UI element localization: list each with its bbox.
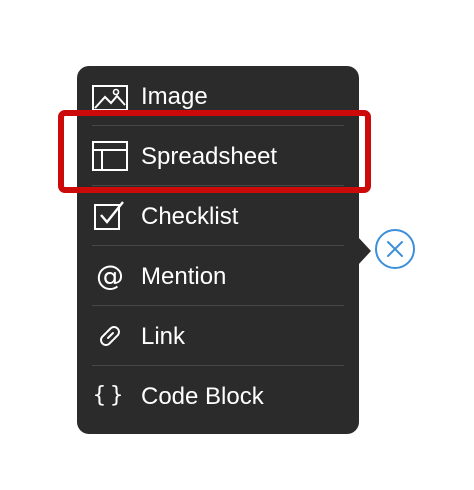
menu-item-label: Code Block (141, 383, 264, 410)
menu-item-image[interactable]: Image (77, 66, 359, 126)
insert-menu-popover: Image Spreadsheet Checklist @ Mention Li… (77, 66, 359, 434)
menu-item-label: Image (141, 83, 208, 110)
close-icon (387, 241, 403, 257)
popover-arrow (358, 237, 371, 265)
menu-item-label: Spreadsheet (141, 143, 278, 170)
menu-item-checklist[interactable]: Checklist (77, 186, 359, 246)
menu-item-link[interactable]: Link (77, 306, 359, 366)
image-icon (92, 80, 128, 112)
link-icon (92, 320, 128, 352)
checklist-icon (92, 200, 128, 232)
menu-item-mention[interactable]: @ Mention (77, 246, 359, 306)
menu-item-spreadsheet[interactable]: Spreadsheet (77, 126, 359, 186)
menu-item-label: Link (141, 323, 186, 350)
spreadsheet-icon (92, 140, 128, 172)
menu-item-code-block[interactable]: {} Code Block (77, 366, 359, 426)
at-sign-glyph: @ (96, 259, 124, 292)
close-button[interactable] (375, 229, 415, 269)
menu-item-label: Checklist (141, 203, 239, 230)
at-sign-icon: @ (92, 260, 128, 292)
braces-icon: {} (92, 380, 128, 412)
insert-menu-stage: Image Spreadsheet Checklist @ Mention Li… (0, 0, 474, 490)
menu-item-label: Mention (141, 263, 227, 290)
braces-glyph: {} (92, 383, 128, 408)
